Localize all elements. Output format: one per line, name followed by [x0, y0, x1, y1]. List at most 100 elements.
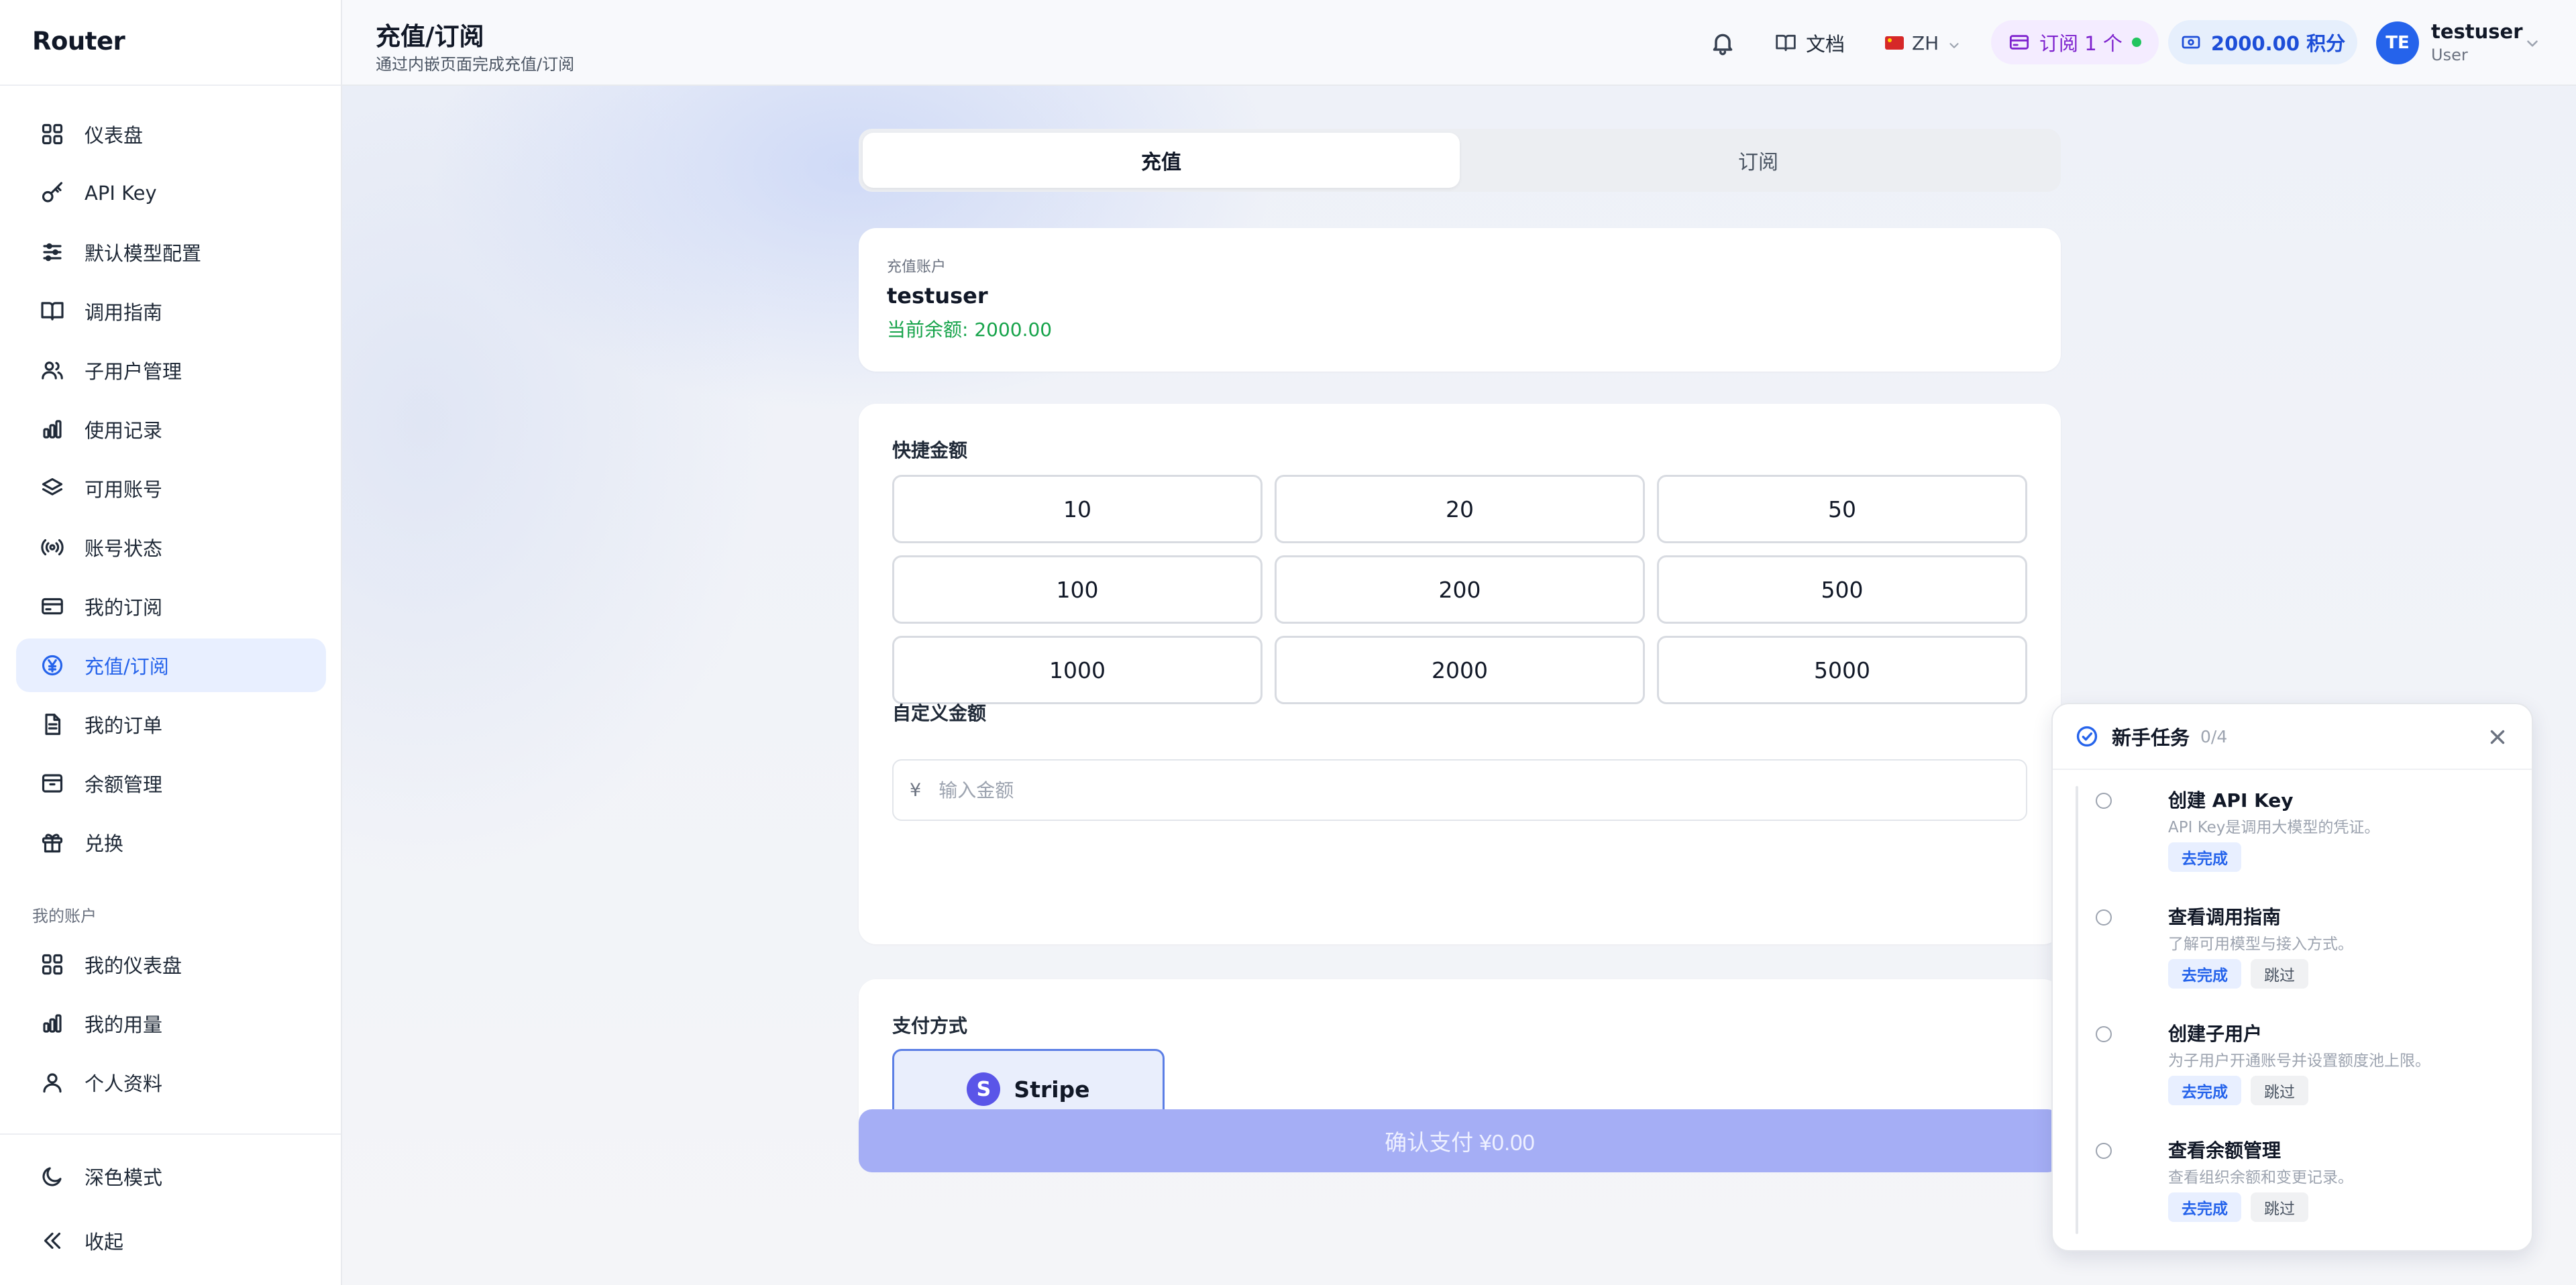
sidebar-item-redeem[interactable]: 兑换 [16, 816, 326, 869]
task-go-button[interactable]: 去完成 [2168, 842, 2241, 872]
user-role: User [2431, 46, 2468, 64]
collapse-label: 收起 [85, 1231, 124, 1253]
status-dot [2131, 38, 2141, 47]
collapse-sidebar-button[interactable]: 收起 [16, 1214, 326, 1268]
sidebar-item-label: 账号状态 [85, 537, 163, 560]
docs-link[interactable]: 文档 [1775, 27, 1845, 59]
sidebar-bottom: 深色模式 收起 [16, 1150, 326, 1278]
task-skip-button[interactable]: 跳过 [2251, 959, 2308, 989]
task-radio[interactable] [2096, 909, 2112, 926]
task-name: 创建 API Key [2168, 789, 2294, 812]
points-badge[interactable]: 2000.00 积分 [2168, 20, 2357, 64]
onboarding-panel: 新手任务 0/4 创建 API Key API Key是调用大模型的凭证。 去完… [2051, 703, 2533, 1251]
book-icon [40, 299, 64, 323]
confirm-payment-button[interactable]: 确认支付 ¥0.00 [859, 1109, 2061, 1172]
layers-icon [40, 476, 64, 500]
sidebar-item-label: 使用记录 [85, 419, 163, 442]
avatar[interactable]: TE [2376, 21, 2419, 64]
china-flag-icon [1885, 36, 1904, 50]
sidebar-item-model-config[interactable]: 默认模型配置 [16, 225, 326, 279]
page-title: 充值/订阅 [376, 22, 484, 51]
users-icon [40, 358, 64, 382]
amount-button[interactable]: 1000 [892, 636, 1263, 704]
payment-method-title: 支付方式 [892, 1015, 968, 1037]
amount-button[interactable]: 20 [1275, 475, 1645, 543]
task-radio[interactable] [2096, 793, 2112, 809]
chevron-down-icon [1947, 36, 1962, 50]
amount-button[interactable]: 2000 [1275, 636, 1645, 704]
sidebar-item-label: API Key [85, 182, 157, 205]
custom-amount-input[interactable] [938, 779, 2026, 801]
amount-button[interactable]: 50 [1657, 475, 2027, 543]
task-desc: 查看组织余额和变更记录。 [2168, 1169, 2353, 1186]
sidebar-divider [0, 85, 341, 86]
points-label: 2000.00 积分 [2210, 32, 2346, 55]
amount-button[interactable]: 500 [1657, 555, 2027, 624]
check-circle-icon [2076, 725, 2098, 748]
account-label: 充值账户 [887, 259, 947, 276]
grid-icon [40, 122, 64, 146]
task-actions: 去完成 [2168, 842, 2251, 872]
sidebar-item-my-dashboard[interactable]: 我的仪表盘 [16, 938, 326, 991]
amount-button[interactable]: 100 [892, 555, 1263, 624]
sidebar-item-my-usage[interactable]: 我的用量 [16, 997, 326, 1050]
sidebar-item-accounts[interactable]: 可用账号 [16, 461, 326, 515]
task-radio[interactable] [2096, 1143, 2112, 1159]
tab-subscribe[interactable]: 订阅 [1460, 133, 2057, 188]
document-icon [40, 712, 64, 736]
task-desc: 了解可用模型与接入方式。 [2168, 936, 2353, 953]
card-icon [2008, 32, 2030, 53]
task-name: 创建子用户 [2168, 1023, 2263, 1045]
onboarding-divider [2053, 769, 2532, 770]
custom-amount-field[interactable]: ¥ [892, 759, 2027, 821]
sidebar-item-balance[interactable]: 余额管理 [16, 757, 326, 810]
sidebar-item-label: 我的用量 [85, 1013, 163, 1036]
sidebar-item-label: 调用指南 [85, 301, 163, 324]
task-radio[interactable] [2096, 1026, 2112, 1042]
close-icon[interactable] [2486, 726, 2509, 748]
task-go-button[interactable]: 去完成 [2168, 959, 2241, 989]
stripe-logo-icon: S [967, 1072, 1001, 1106]
user-name[interactable]: testuser [2431, 20, 2523, 43]
custom-amount-title: 自定义金额 [892, 702, 987, 724]
double-chevron-left-icon [40, 1229, 64, 1253]
task-skip-button[interactable]: 跳过 [2251, 1192, 2308, 1222]
sidebar-item-label: 默认模型配置 [85, 242, 202, 265]
bar-chart-icon [40, 1011, 64, 1036]
sidebar-item-api-key[interactable]: API Key [16, 166, 326, 220]
amount-button[interactable]: 10 [892, 475, 1263, 543]
sidebar-divider [0, 1133, 341, 1135]
amount-button[interactable]: 5000 [1657, 636, 2027, 704]
task-desc: API Key是调用大模型的凭证。 [2168, 819, 2380, 836]
sidebar-item-subusers[interactable]: 子用户管理 [16, 343, 326, 397]
task-actions: 去完成 跳过 [2168, 1076, 2308, 1105]
sidebar-item-profile[interactable]: 个人资料 [16, 1056, 326, 1109]
subscription-badge[interactable]: 订阅 1 个 [1991, 20, 2159, 64]
task-skip-button[interactable]: 跳过 [2251, 1076, 2308, 1105]
task-go-button[interactable]: 去完成 [2168, 1192, 2241, 1222]
task-go-button[interactable]: 去完成 [2168, 1076, 2241, 1105]
task-timeline [2076, 786, 2078, 1234]
account-name: testuser [887, 283, 988, 309]
app-logo: Router [32, 27, 125, 56]
sliders-icon [40, 240, 64, 264]
sidebar-item-guide[interactable]: 调用指南 [16, 284, 326, 338]
chevron-down-icon[interactable] [2524, 35, 2541, 52]
sidebar-item-recharge[interactable]: 充值/订阅 [16, 638, 326, 692]
sidebar-item-label: 我的订单 [85, 714, 163, 737]
bell-icon[interactable] [1709, 30, 1736, 56]
onboarding-header: 新手任务 0/4 [2076, 720, 2227, 752]
tab-recharge[interactable]: 充值 [863, 133, 1460, 188]
amount-button[interactable]: 200 [1275, 555, 1645, 624]
language-label: ZH [1912, 32, 1939, 54]
dark-mode-toggle[interactable]: 深色模式 [16, 1150, 326, 1203]
wallet-icon [40, 771, 64, 795]
sidebar-item-usage[interactable]: 使用记录 [16, 402, 326, 456]
sidebar-item-account-status[interactable]: 账号状态 [16, 520, 326, 574]
card-icon [40, 594, 64, 618]
sidebar-item-dashboard[interactable]: 仪表盘 [16, 107, 326, 161]
sidebar-item-subscriptions[interactable]: 我的订阅 [16, 579, 326, 633]
language-select[interactable]: ZH [1885, 27, 1962, 59]
page-subtitle: 通过内嵌页面完成充值/订阅 [376, 55, 575, 74]
sidebar-item-orders[interactable]: 我的订单 [16, 697, 326, 751]
